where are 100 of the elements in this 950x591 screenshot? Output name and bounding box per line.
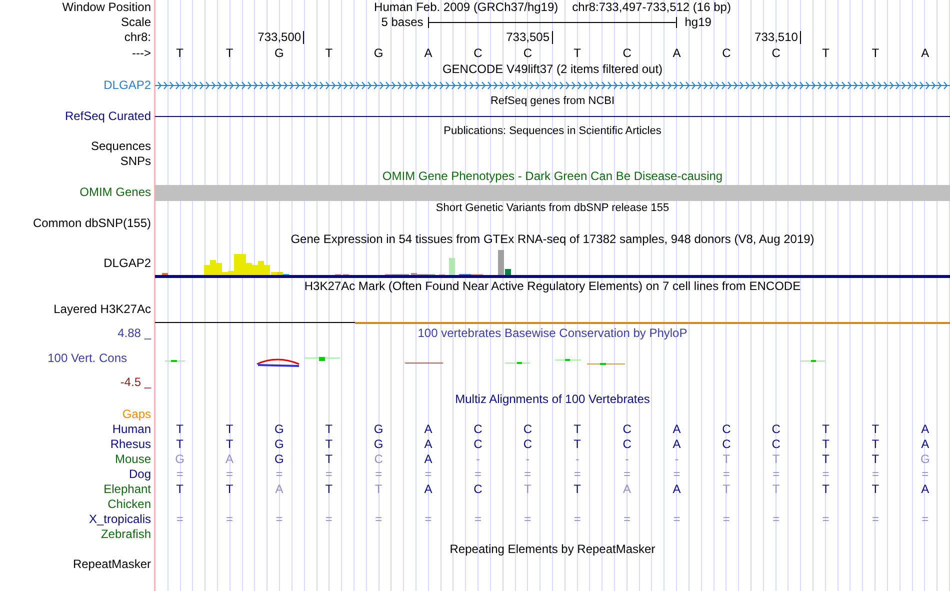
track-title: Gene Expression in 54 tissues from GTEx RNA-seq of 17382 samples, 948 donors (V8, Aug 2019) [290, 232, 814, 247]
aligned-base: = [226, 467, 234, 482]
track-label[interactable]: Layered H3K27Ac [54, 302, 151, 317]
track-title: Short Genetic Variants from dbSNP release 155 [436, 201, 670, 216]
aligned-base: C [474, 437, 482, 452]
strand-label: ---> [132, 46, 151, 61]
aligned-base: = [325, 512, 332, 527]
aligned-base: = [524, 467, 532, 482]
aligned-base: = [226, 512, 234, 527]
track-label[interactable]: DLGAP2 [104, 78, 151, 93]
aligned-base: A [672, 482, 681, 497]
species-label[interactable]: Rhesus [110, 437, 151, 452]
species-label[interactable]: Elephant [104, 482, 151, 497]
track-label[interactable]: RepeatMasker [72, 557, 151, 572]
aligned-base: = [276, 467, 283, 482]
sequence-base: C [722, 46, 731, 61]
aligned-base: T [872, 437, 880, 452]
track-title: GENCODE V49lift37 (2 items filtered out) [442, 62, 663, 77]
species-label[interactable]: Mouse [114, 452, 151, 467]
aligned-base: A [424, 452, 432, 467]
aligned-base: T [374, 482, 382, 497]
axis-min-label: -4.5 _ [120, 375, 151, 390]
track-label[interactable]: OMIM Genes [80, 185, 151, 200]
track-title: RefSeq genes from NCBI [490, 94, 615, 109]
track-title: Publications: Sequences in Scientific Articles [444, 124, 662, 139]
aligned-base: = [524, 512, 532, 527]
aligned-base: T [822, 422, 830, 437]
track-title: H3K27Ac Mark (Often Found Near Active Regulatory Elements) on 7 cell lines from ENCODE [304, 279, 801, 294]
aligned-base: = [922, 467, 929, 482]
aligned-base: = [424, 512, 432, 527]
sequence-base: C [523, 46, 532, 61]
aligned-base: = [822, 512, 830, 527]
aligned-base: T [872, 452, 880, 467]
track-label[interactable]: Common dbSNP(155) [32, 216, 151, 231]
sequence-base: T [822, 46, 830, 61]
aligned-base: = [872, 512, 879, 527]
aligned-base: G [274, 422, 284, 437]
aligned-base: C [722, 437, 731, 452]
sequence-base: C [772, 46, 780, 61]
track-label[interactable]: Sequences [90, 139, 151, 154]
track-label[interactable]: DLGAP2 [104, 256, 151, 270]
sequence-base: T [226, 46, 234, 61]
aligned-base: = [673, 467, 680, 482]
species-label[interactable]: Human [112, 422, 151, 437]
aligned-base: = [872, 467, 879, 482]
aligned-base: = [772, 467, 780, 482]
aligned-base: T [226, 422, 234, 437]
ruler-tick-label: 733,500 [258, 31, 304, 44]
track-label[interactable]: RefSeq Curated [64, 109, 151, 124]
aligned-base: A [921, 437, 930, 452]
assembly-text: hg19 [684, 15, 712, 30]
aligned-base: A [226, 452, 234, 467]
sequence-base: T [574, 46, 582, 61]
aligned-base: C [523, 422, 532, 437]
assembly-title: Human Feb. 2009 (GRCh37/hg19) [374, 0, 558, 15]
aligned-base: C [622, 437, 632, 452]
aligned-base: T [772, 452, 780, 467]
aligned-base: T [176, 422, 184, 437]
aligned-base: T [872, 422, 880, 437]
aligned-base: = [474, 467, 482, 482]
aligned-base: - [575, 452, 580, 467]
scale-text: 5 bases [381, 15, 424, 30]
aligned-base: = [922, 512, 929, 527]
aligned-base: A [623, 482, 632, 497]
aligned-base: T [822, 452, 830, 467]
species-label[interactable]: Chicken [108, 497, 151, 512]
aligned-base: = [474, 512, 482, 527]
aligned-base: T [574, 482, 582, 497]
aligned-base: A [921, 422, 930, 437]
species-label[interactable]: Dog [128, 467, 151, 482]
species-label[interactable]: X_tropicalis [88, 512, 151, 527]
aligned-base: = [722, 512, 730, 527]
aligned-base: T [822, 482, 830, 497]
aligned-base: T [325, 482, 333, 497]
species-label[interactable]: Zebrafish [100, 527, 151, 542]
track-label[interactable]: 100 Vert. Cons [48, 350, 127, 366]
aligned-base: = [822, 467, 830, 482]
sequence-base: A [921, 46, 930, 61]
aligned-base: C [722, 422, 731, 437]
aligned-base: T [226, 482, 234, 497]
track-title: 100 vertebrates Basewise Conservation by PhyloP [418, 326, 688, 341]
aligned-base: = [325, 467, 332, 482]
track-label[interactable]: SNPs [120, 154, 151, 169]
aligned-base: = [673, 512, 680, 527]
ruler-tick-label: 733,505 [506, 31, 552, 44]
aligned-base: C [772, 437, 780, 452]
aligned-base: = [624, 467, 631, 482]
aligned-base: T [176, 437, 184, 452]
axis-max-label: 4.88 _ [118, 326, 151, 341]
sequence-base: G [274, 46, 284, 61]
chromosome-label: chr8: [124, 30, 151, 45]
row-label: Window Position [62, 0, 151, 15]
aligned-base: - [526, 452, 530, 467]
aligned-base: C [622, 422, 632, 437]
aligned-base: = [375, 512, 382, 527]
aligned-base: A [672, 437, 681, 452]
row-label: Scale [120, 15, 151, 30]
aligned-base: = [176, 512, 184, 527]
aligned-base: A [672, 422, 681, 437]
aligned-base: C [474, 482, 482, 497]
